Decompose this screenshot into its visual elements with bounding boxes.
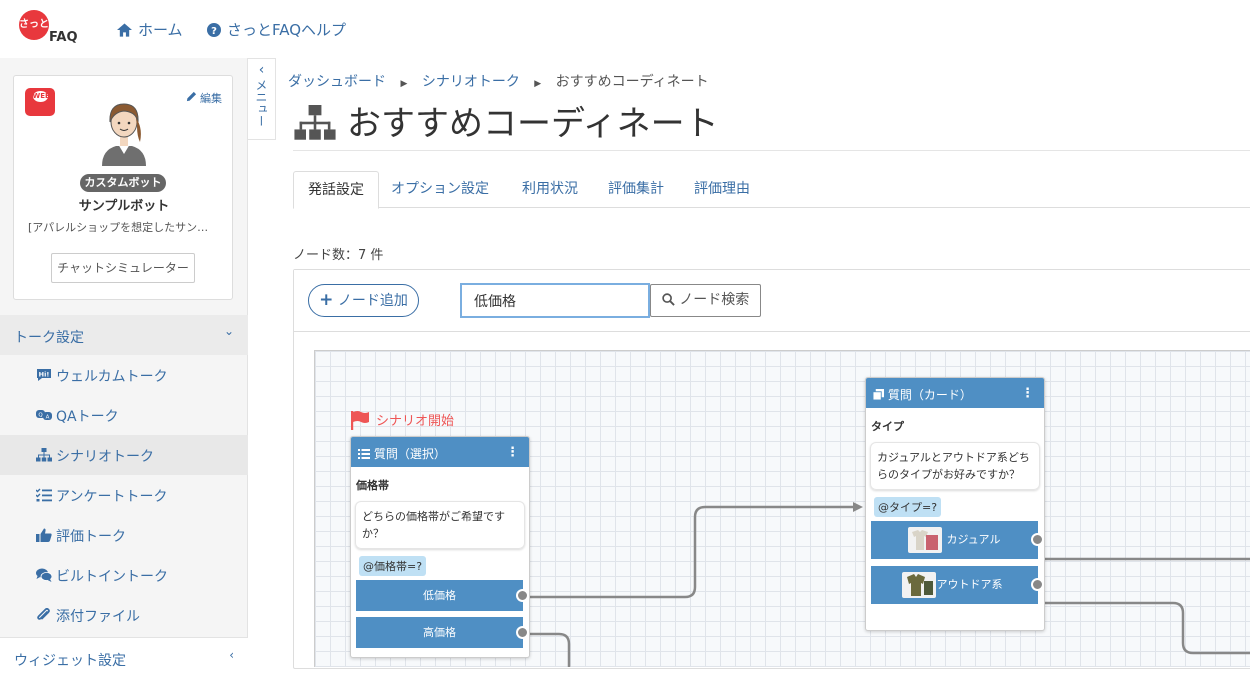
breadcrumb-current: おすすめコーディネート bbox=[555, 74, 709, 90]
breadcrumb-dashboard[interactable]: ダッシュボード bbox=[288, 74, 386, 90]
node-menu-icon[interactable]: ⋮ bbox=[506, 445, 519, 460]
variable-tag: @タイプ=? bbox=[874, 497, 942, 517]
node-search-input[interactable] bbox=[460, 283, 650, 318]
logo-mark: さっと bbox=[19, 10, 49, 40]
bot-name: サンプルボット bbox=[78, 199, 170, 214]
node-menu-icon[interactable]: ⋮ bbox=[1021, 386, 1034, 401]
plus-icon: + bbox=[319, 290, 334, 310]
card-outdoor[interactable]: アウトドア系 bbox=[871, 566, 1044, 604]
output-port[interactable] bbox=[1031, 578, 1044, 591]
caret-right-icon: ▶ bbox=[534, 79, 542, 89]
sidebar: WEB 編集 カスタムボット サンプルボット [アパレルショップを想定したサン…… bbox=[0, 58, 248, 677]
sidebar-item-welcome[interactable]: Hi! ウェルカムトーク bbox=[0, 355, 248, 395]
hi-bubble-icon: Hi! bbox=[37, 369, 51, 381]
menu-collapse-tab[interactable]: ‹ メニュー bbox=[248, 58, 276, 140]
breadcrumb: ダッシュボード ▶ シナリオトーク ▶ おすすめコーディネート bbox=[288, 71, 709, 91]
nav-home[interactable]: ホーム bbox=[117, 19, 183, 40]
paperclip-icon bbox=[37, 608, 50, 620]
casual-clothes-image bbox=[908, 527, 942, 553]
svg-text:A: A bbox=[46, 415, 50, 421]
checklist-icon bbox=[36, 488, 52, 502]
chat-simulator-button[interactable]: チャットシミュレーター bbox=[51, 253, 195, 283]
tab-usage[interactable]: 利用状況 bbox=[507, 171, 593, 208]
nav-help[interactable]: ? さっとFAQヘルプ bbox=[207, 19, 346, 40]
help-circle-icon: ? bbox=[207, 23, 221, 37]
thumbs-up-icon bbox=[36, 528, 52, 542]
sidebar-item-rating[interactable]: 評価トーク bbox=[0, 515, 248, 555]
output-port[interactable] bbox=[516, 589, 529, 602]
bot-description: [アパレルショップを想定したサン… bbox=[28, 221, 209, 234]
sitemap-icon bbox=[294, 105, 336, 140]
node-message: どちらの価格帯がご希望ですか？ bbox=[355, 501, 525, 549]
sidebar-item-survey[interactable]: アンケートトーク bbox=[0, 475, 248, 515]
output-port[interactable] bbox=[516, 626, 529, 639]
panel-toolbar: + ノード追加 ノード検索 bbox=[294, 270, 1250, 332]
page-title: おすすめコーディネート bbox=[293, 96, 719, 145]
node-header: 質問（カード） ⋮ bbox=[866, 378, 1044, 408]
edit-link[interactable]: 編集 bbox=[186, 90, 222, 106]
sidebar-item-builtin[interactable]: ビルトイントーク bbox=[0, 555, 248, 595]
node-count: ノード数：7 件 bbox=[293, 248, 384, 263]
comments-icon bbox=[36, 568, 52, 582]
scenario-node[interactable]: 質問（選択） ⋮ 価格帯 どちらの価格帯がご希望ですか？ @価格帯=? 低価格 … bbox=[350, 436, 530, 658]
breadcrumb-scenario[interactable]: シナリオトーク bbox=[422, 74, 520, 90]
logo-text: FAQ bbox=[49, 30, 78, 45]
node-search-button[interactable]: ノード検索 bbox=[650, 284, 761, 317]
flag-icon bbox=[351, 411, 369, 430]
svg-text:Q: Q bbox=[38, 413, 43, 419]
sidebar-item-qa[interactable]: QA QAトーク bbox=[0, 395, 248, 435]
svg-text:Hi!: Hi! bbox=[39, 371, 50, 379]
scenario-node[interactable]: 質問（カード） ⋮ タイプ カジュアルとアウトドア系どちらのタイプがお好みですか… bbox=[865, 377, 1045, 631]
card-casual[interactable]: カジュアル bbox=[871, 521, 1044, 559]
qa-bubble-icon: QA bbox=[36, 410, 52, 421]
tab-options[interactable]: オプション設定 bbox=[383, 171, 497, 208]
choice-high-price[interactable]: 高価格 bbox=[356, 617, 529, 648]
chevron-down-icon: ⌄ bbox=[223, 324, 234, 338]
pencil-icon bbox=[186, 91, 196, 102]
node-header: 質問（選択） ⋮ bbox=[351, 437, 529, 467]
variable-tag: @価格帯=? bbox=[359, 556, 427, 576]
sidebar-item-scenario[interactable]: シナリオトーク bbox=[0, 435, 248, 475]
outdoor-clothes-image bbox=[902, 572, 936, 598]
add-node-button[interactable]: + ノード追加 bbox=[308, 284, 419, 317]
logo[interactable]: さっと FAQ bbox=[19, 10, 83, 48]
tab-rating-summary[interactable]: 評価集計 bbox=[593, 171, 679, 208]
node-label: 価格帯 bbox=[356, 479, 389, 492]
list-icon bbox=[358, 449, 370, 459]
search-icon bbox=[662, 293, 675, 306]
tab-rating-reasons[interactable]: 評価理由 bbox=[679, 171, 765, 208]
bot-avatar bbox=[102, 103, 146, 166]
bot-card: WEB 編集 カスタムボット サンプルボット [アパレルショップを想定したサン…… bbox=[13, 75, 233, 300]
svg-text:?: ? bbox=[211, 26, 217, 37]
web-badge: WEB bbox=[25, 88, 55, 116]
home-icon bbox=[117, 23, 132, 37]
chevron-left-icon: ‹ bbox=[258, 62, 265, 78]
clone-icon bbox=[872, 389, 884, 401]
bot-type-badge: カスタムボット bbox=[80, 174, 166, 192]
section-talk-settings[interactable]: トーク設定 ⌄ bbox=[0, 315, 248, 355]
choice-low-price[interactable]: 低価格 bbox=[356, 580, 529, 611]
chevron-left-icon: ‹ bbox=[229, 648, 234, 662]
sitemap-icon bbox=[36, 448, 52, 462]
tab-bar: 発話設定 オプション設定 利用状況 評価集計 評価理由 bbox=[293, 171, 1250, 209]
node-label: タイプ bbox=[871, 420, 904, 433]
node-message: カジュアルとアウトドア系どちらのタイプがお好みですか？ bbox=[870, 442, 1040, 490]
sidebar-item-attachments[interactable]: 添付ファイル bbox=[0, 595, 248, 635]
scenario-start-marker: シナリオ開始 bbox=[350, 410, 454, 430]
tab-utterance[interactable]: 発話設定 bbox=[293, 171, 379, 209]
top-bar: さっと FAQ ホーム ? さっとFAQヘルプ bbox=[0, 0, 1250, 58]
caret-right-icon: ▶ bbox=[400, 79, 408, 89]
section-widget-settings[interactable]: ウィジェット設定 ‹ bbox=[0, 637, 248, 677]
title-divider bbox=[293, 150, 1250, 151]
output-port[interactable] bbox=[1031, 533, 1044, 546]
